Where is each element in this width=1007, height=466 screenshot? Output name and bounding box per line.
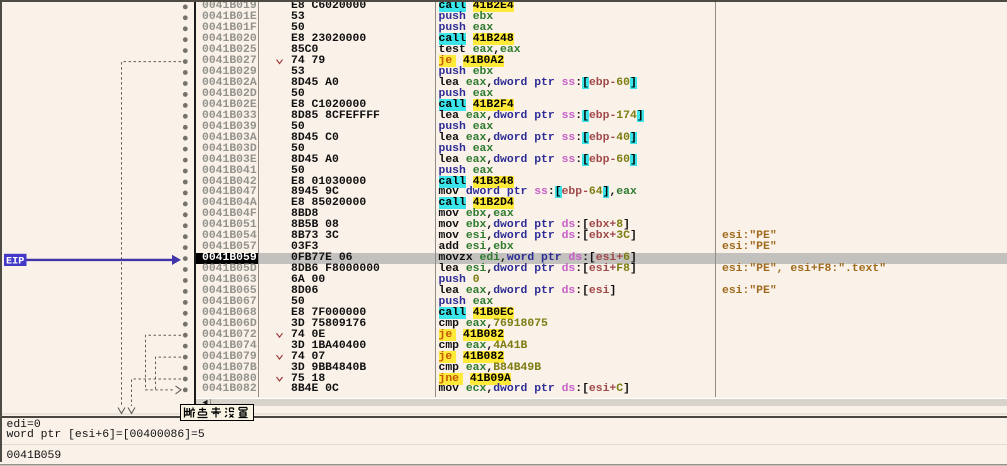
svg-text:EIP: EIP	[6, 256, 24, 267]
